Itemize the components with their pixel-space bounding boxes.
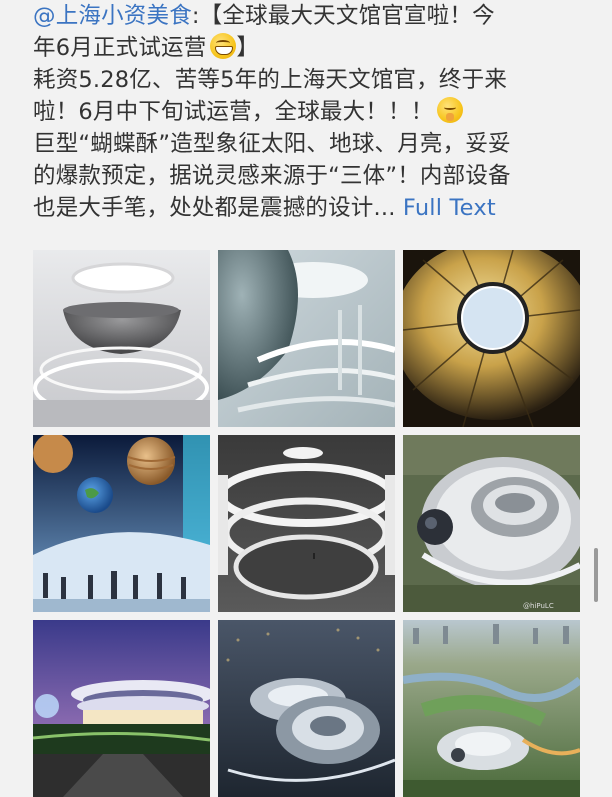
post-line-1: :【全球最大天文馆官宣啦！今 — [191, 3, 495, 29]
post-line-5: 巨型“蝴蝶酥”造型象征太阳、地球、月亮，妥妥 — [33, 131, 511, 157]
post-line-3: 耗资5.28亿、苦等5年的上海天文馆官，终于来 — [33, 67, 508, 93]
grinning-face-emoji-icon — [210, 33, 237, 59]
photo-oculus-golden[interactable] — [403, 250, 580, 427]
post-text: @上海小资美食:【全球最大天文馆官宣啦！今 年6月正式试运营 】 耗资5.28亿、… — [33, 0, 593, 224]
photo-aerial-landscape[interactable] — [403, 620, 580, 797]
svg-text:@hiPuLC: @hiPuLC — [523, 602, 554, 610]
shushing-face-emoji-icon — [437, 97, 464, 123]
photo-interior-dome[interactable] — [33, 250, 210, 427]
post-line-4: 啦！6月中下旬试运营，全球最大！！！ — [33, 99, 434, 125]
full-text-link[interactable]: Full Text — [403, 195, 496, 221]
image-grid: @hiPuLC — [33, 250, 580, 797]
mention-link[interactable]: @上海小资美食 — [33, 3, 192, 29]
post-line-6: 的爆款预定，据说灵感来源于“三体”！内部设备 — [33, 163, 511, 189]
photo-spiral-ramp[interactable] — [218, 435, 395, 612]
photo-night-exterior[interactable] — [33, 620, 210, 797]
photo-sphere-walkway[interactable] — [218, 250, 395, 427]
post-line-7: 也是大手笔，处处都是震撼的设计... — [33, 195, 396, 221]
photo-aerial-building[interactable]: @hiPuLC — [403, 435, 580, 612]
photo-aerial-night[interactable] — [218, 620, 395, 797]
post-line-2: 年6月正式试运营 — [33, 35, 207, 61]
post-line-2-end: 】 — [236, 35, 260, 61]
photo-planets-exhibit[interactable] — [33, 435, 210, 612]
scrollbar[interactable] — [594, 548, 598, 602]
